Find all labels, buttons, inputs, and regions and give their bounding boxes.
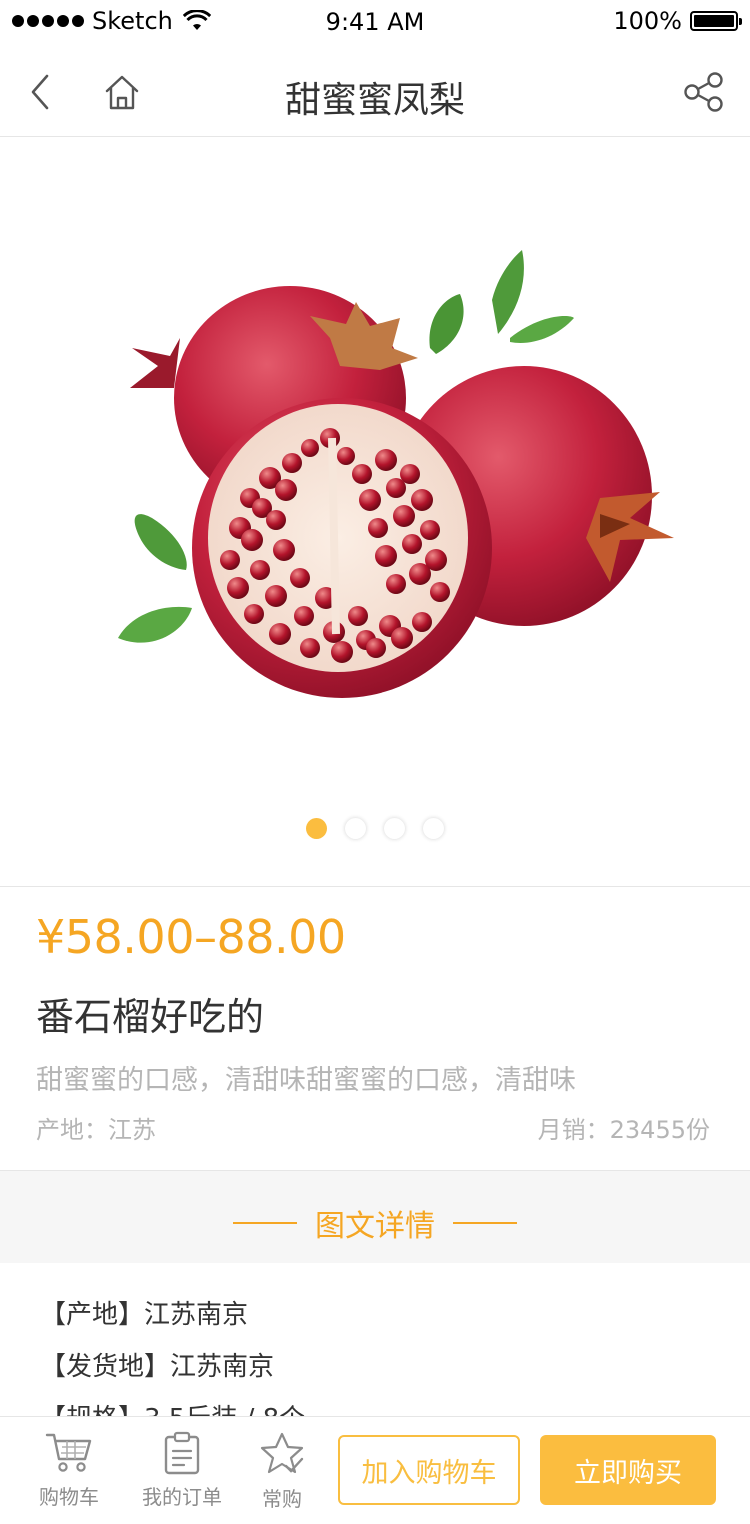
tab-my-orders[interactable]: 我的订单	[140, 1431, 224, 1510]
details-section-header: 图文详情	[0, 1170, 750, 1263]
nav-bar: 甜蜜蜜凤梨	[0, 44, 750, 137]
product-image-carousel[interactable]	[0, 138, 750, 886]
product-origin: 产地：江苏	[36, 1116, 156, 1144]
bottom-action-bar: 购物车 我的订单 常购 加入购物车 立即购买	[0, 1416, 750, 1524]
spec-origin: 【产地】江苏南京	[40, 1300, 249, 1330]
product-name: 番石榴好吃的	[36, 995, 265, 1039]
carousel-dot[interactable]	[345, 818, 366, 839]
spec-shipping-origin: 【发货地】江苏南京	[40, 1352, 275, 1382]
carousel-dot[interactable]	[423, 818, 444, 839]
carousel-indicator	[0, 818, 750, 839]
product-description: 甜蜜蜜的口感，清甜味甜蜜蜜的口感，清甜味	[36, 1065, 576, 1096]
star-icon	[260, 1432, 304, 1474]
share-icon	[684, 72, 723, 112]
status-right: 100%	[613, 7, 742, 35]
decorative-line	[233, 1222, 297, 1224]
monthly-sales: 月销：23455份	[537, 1116, 710, 1144]
details-title: 图文详情	[315, 1209, 435, 1244]
tab-cart[interactable]: 购物车	[34, 1431, 104, 1510]
carousel-dot[interactable]	[384, 818, 405, 839]
tab-cart-label: 购物车	[39, 1485, 99, 1509]
page-title: 甜蜜蜜凤梨	[284, 80, 465, 121]
status-bar: Sketch 9:41 AM 100%	[0, 0, 750, 44]
clipboard-icon	[164, 1431, 200, 1475]
buy-now-button[interactable]: 立即购买	[540, 1435, 716, 1505]
shopping-cart-icon	[45, 1433, 92, 1472]
add-to-cart-button[interactable]: 加入购物车	[338, 1435, 520, 1505]
divider	[0, 886, 750, 887]
tab-frequent-label: 常购	[262, 1487, 302, 1511]
product-image	[118, 250, 674, 698]
share-button[interactable]	[682, 70, 726, 114]
battery-percent: 100%	[613, 7, 682, 35]
decorative-line	[453, 1222, 517, 1224]
product-price: ¥58.00–88.00	[36, 910, 346, 964]
battery-icon	[690, 11, 742, 31]
tab-orders-label: 我的订单	[142, 1485, 222, 1509]
carousel-dot-active[interactable]	[306, 818, 327, 839]
tab-frequent-buys[interactable]: 常购	[252, 1431, 312, 1512]
